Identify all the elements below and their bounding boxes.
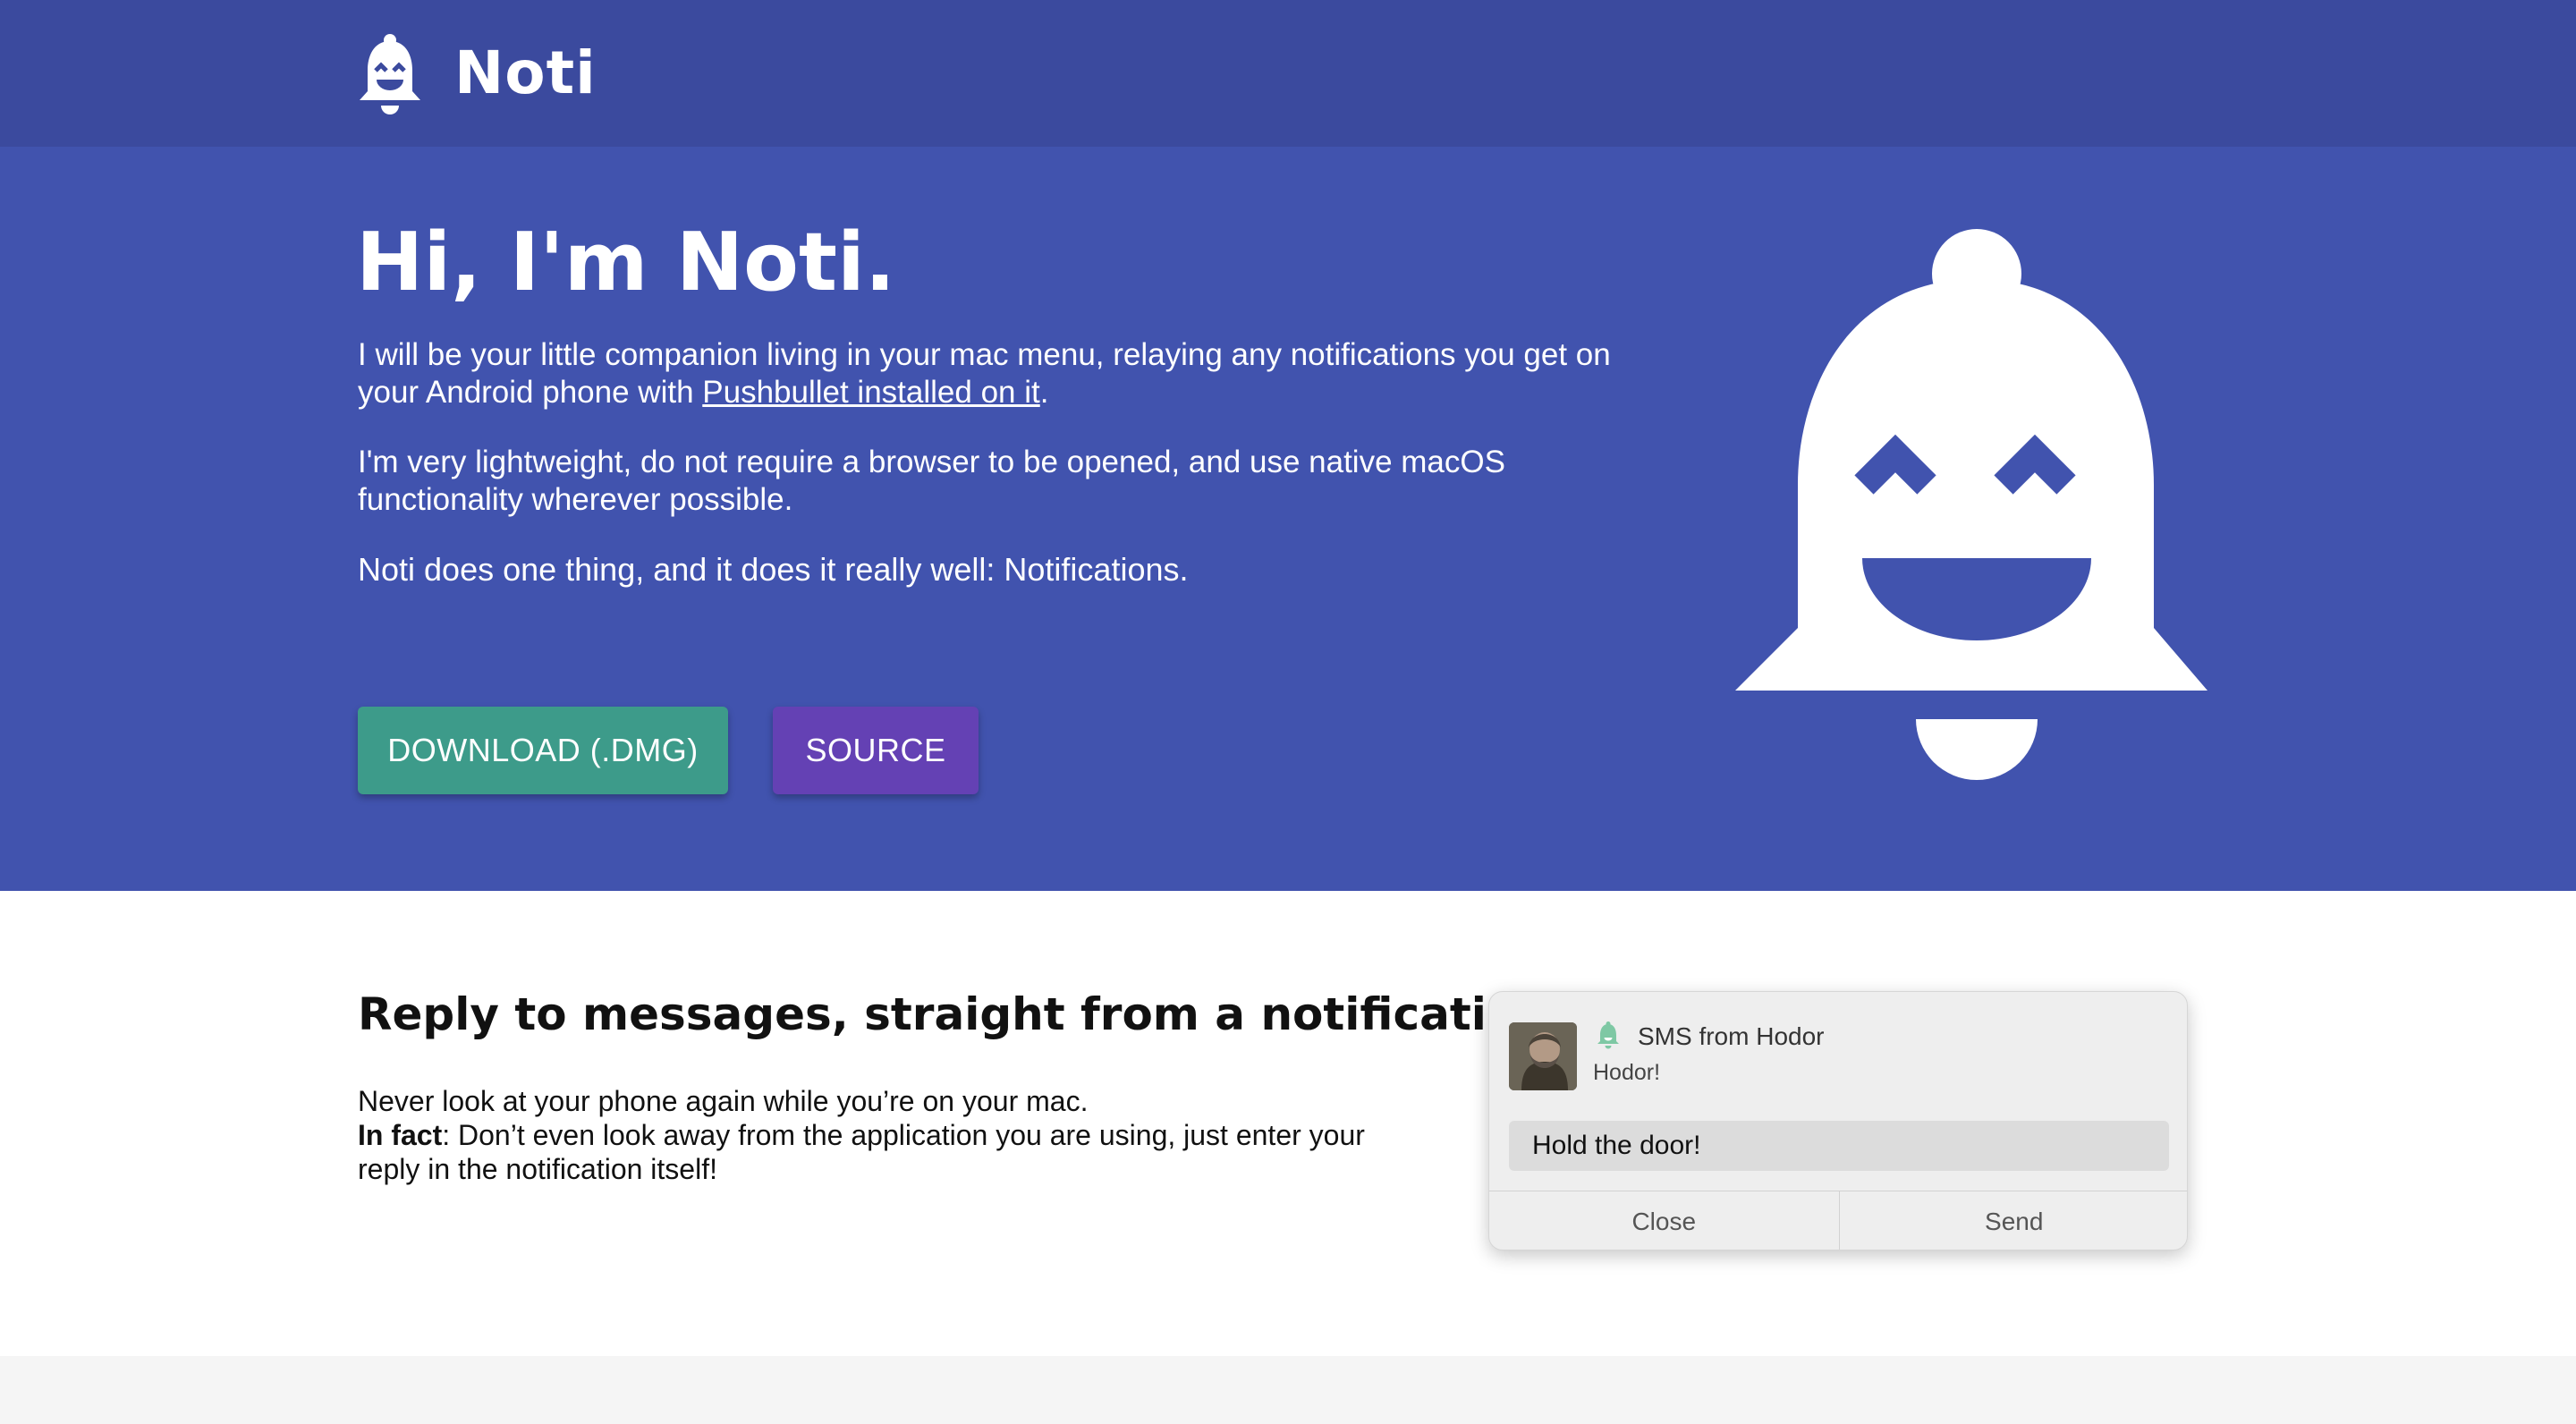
feature-line-1: Never look at your phone again while you… [358,1085,1089,1117]
hero-section: Hi, I'm Noti. I will be your little comp… [0,147,2576,891]
download-dmg-button[interactable]: DOWNLOAD (.DMG) [358,707,728,794]
footer-strip [0,1356,2576,1424]
bell-icon [1597,1021,1619,1049]
reply-input[interactable] [1509,1121,2169,1171]
notification-actions: Close Send [1489,1191,2188,1250]
close-button[interactable]: Close [1489,1191,1839,1250]
app-name: Noti [454,38,597,107]
hero-title: Hi, I'm Noti. [356,216,896,309]
bell-mascot-icon [1735,229,2207,780]
hero-lightweight-paragraph: I'm very lightweight, do not require a b… [358,445,1505,517]
reply-feature-section: Reply to messages, straight from a notif… [0,891,2576,1356]
send-button[interactable]: Send [1838,1191,2188,1250]
feature-line-2: : Don’t even look away from the applicat… [358,1119,1365,1185]
top-bar: Noti [0,0,2576,147]
notification-preview: SMS from Hodor Hodor! Close Send [1488,991,2188,1250]
bell-mascot-icon [360,34,420,114]
contact-photo [1509,1022,1577,1090]
notification-body: Hodor! [1593,1060,1661,1085]
feature-emphasis: In fact [358,1119,443,1151]
notification-title: SMS from Hodor [1638,1022,1825,1050]
feature-title: Reply to messages, straight from a notif… [358,988,1566,1040]
feature-description: Never look at your phone again while you… [358,1084,1395,1186]
hero-tagline: Noti does one thing, and it does it real… [358,551,1189,588]
brand[interactable]: Noti [358,32,597,114]
hero-intro-end: . [1039,375,1049,410]
contact-avatar [1509,1022,1577,1090]
pushbullet-link[interactable]: Pushbullet installed on it [702,375,1039,410]
source-button[interactable]: SOURCE [773,707,979,794]
hero-intro-paragraph: I will be your little companion living i… [358,336,1664,411]
